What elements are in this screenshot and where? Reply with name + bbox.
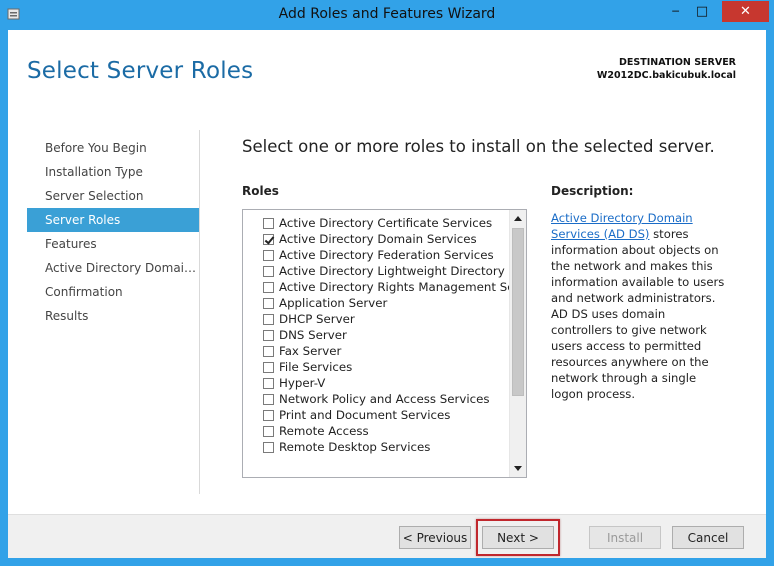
description-text: stores information about objects on the … bbox=[551, 227, 725, 401]
destination-label: DESTINATION SERVER bbox=[619, 57, 736, 68]
role-label: Application Server bbox=[279, 296, 388, 310]
title-bar[interactable]: Add Roles and Features Wizard ─ □ ✕ bbox=[0, 0, 774, 30]
role-checkbox[interactable] bbox=[263, 393, 274, 405]
wizard-content: Select Server Roles DESTINATION SERVER W… bbox=[8, 30, 766, 558]
role-checkbox[interactable] bbox=[263, 313, 274, 325]
role-item[interactable]: Remote Desktop Services bbox=[243, 439, 510, 455]
role-item[interactable]: DNS Server bbox=[243, 327, 510, 343]
roles-list[interactable]: Active Directory Certificate Services Act… bbox=[242, 209, 527, 478]
role-item[interactable]: Print and Document Services bbox=[243, 407, 510, 423]
scroll-down-button[interactable] bbox=[510, 460, 526, 477]
role-item[interactable]: Application Server bbox=[243, 295, 510, 311]
role-item[interactable]: Active Directory Lightweight Directory S… bbox=[243, 263, 510, 279]
role-checkbox[interactable] bbox=[263, 425, 274, 437]
role-checkbox[interactable] bbox=[263, 345, 274, 357]
role-label: Active Directory Domain Services bbox=[279, 232, 477, 246]
maximize-button[interactable]: □ bbox=[689, 1, 715, 22]
page-title: Select Server Roles bbox=[27, 58, 254, 84]
role-item[interactable]: File Services bbox=[243, 359, 510, 375]
role-label: Fax Server bbox=[279, 344, 342, 358]
wizard-nav: Before You Begin Installation Type Server … bbox=[27, 136, 199, 328]
role-description: Active Directory Domain Services (AD DS)… bbox=[551, 210, 729, 402]
role-checkbox[interactable] bbox=[263, 217, 274, 229]
role-label: Remote Access bbox=[279, 424, 369, 438]
role-item[interactable]: Fax Server bbox=[243, 343, 510, 359]
roles-label: Roles bbox=[242, 184, 279, 198]
previous-button[interactable]: < Previous bbox=[399, 526, 471, 549]
destination-server-name: W2012DC.bakicubuk.local bbox=[596, 70, 736, 81]
role-label: Active Directory Lightweight Directory S… bbox=[279, 264, 510, 278]
minimize-icon: ─ bbox=[672, 5, 679, 18]
role-checkbox[interactable] bbox=[263, 297, 274, 309]
role-label: Remote Desktop Services bbox=[279, 440, 431, 454]
nav-item[interactable]: Features bbox=[27, 232, 199, 256]
nav-item[interactable]: Server Roles bbox=[27, 208, 199, 232]
button-bar: < Previous Next > Install Cancel bbox=[8, 514, 766, 558]
role-item[interactable]: Active Directory Rights Management Servi… bbox=[243, 279, 510, 295]
role-label: Active Directory Certificate Services bbox=[279, 216, 493, 230]
role-checkbox[interactable] bbox=[263, 233, 274, 245]
role-label: Network Policy and Access Services bbox=[279, 392, 490, 406]
role-label: DNS Server bbox=[279, 328, 347, 342]
roles-list-items: Active Directory Certificate Services Act… bbox=[243, 215, 510, 455]
roles-scrollbar[interactable] bbox=[509, 210, 526, 477]
nav-item[interactable]: Confirmation bbox=[27, 280, 199, 304]
role-label: Active Directory Rights Management Servi… bbox=[279, 280, 510, 294]
minimize-button[interactable]: ─ bbox=[662, 1, 689, 22]
role-item[interactable]: Active Directory Domain Services bbox=[243, 231, 510, 247]
instruction-text: Select one or more roles to install on t… bbox=[242, 137, 715, 156]
role-label: Hyper-V bbox=[279, 376, 326, 390]
nav-divider bbox=[199, 130, 200, 494]
destination-server-info: DESTINATION SERVER W2012DC.bakicubuk.loc… bbox=[597, 56, 736, 82]
role-checkbox[interactable] bbox=[263, 329, 274, 341]
nav-item[interactable]: Before You Begin bbox=[27, 136, 199, 160]
cancel-button[interactable]: Cancel bbox=[672, 526, 744, 549]
role-item[interactable]: Active Directory Federation Services bbox=[243, 247, 510, 263]
window-title: Add Roles and Features Wizard bbox=[278, 6, 496, 22]
maximize-icon: □ bbox=[695, 4, 709, 19]
nav-item[interactable]: Results bbox=[27, 304, 199, 328]
role-checkbox[interactable] bbox=[263, 361, 274, 373]
chevron-down-icon bbox=[514, 466, 522, 471]
role-checkbox[interactable] bbox=[263, 249, 274, 261]
role-checkbox[interactable] bbox=[263, 441, 274, 453]
install-button[interactable]: Install bbox=[589, 526, 661, 549]
role-item[interactable]: DHCP Server bbox=[243, 311, 510, 327]
role-item[interactable]: Network Policy and Access Services bbox=[243, 391, 510, 407]
role-checkbox[interactable] bbox=[263, 377, 274, 389]
role-item[interactable]: Hyper-V bbox=[243, 375, 510, 391]
role-checkbox[interactable] bbox=[263, 281, 274, 293]
role-label: File Services bbox=[279, 360, 353, 374]
wizard-window: Add Roles and Features Wizard ─ □ ✕ Sele… bbox=[0, 0, 774, 566]
close-icon: ✕ bbox=[740, 4, 751, 19]
chevron-up-icon bbox=[514, 216, 522, 221]
role-item[interactable]: Remote Access bbox=[243, 423, 510, 439]
scroll-up-button[interactable] bbox=[510, 210, 526, 227]
nav-item[interactable]: Active Directory Domain... bbox=[27, 256, 199, 280]
next-button[interactable]: Next > bbox=[482, 526, 554, 549]
nav-item[interactable]: Installation Type bbox=[27, 160, 199, 184]
role-label: DHCP Server bbox=[279, 312, 355, 326]
scroll-thumb[interactable] bbox=[512, 228, 524, 396]
role-checkbox[interactable] bbox=[263, 265, 274, 277]
description-label: Description: bbox=[551, 184, 634, 198]
role-item[interactable]: Active Directory Certificate Services bbox=[243, 215, 510, 231]
role-checkbox[interactable] bbox=[263, 409, 274, 421]
nav-item[interactable]: Server Selection bbox=[27, 184, 199, 208]
close-button[interactable]: ✕ bbox=[722, 1, 769, 22]
role-label: Active Directory Federation Services bbox=[279, 248, 494, 262]
role-label: Print and Document Services bbox=[279, 408, 451, 422]
